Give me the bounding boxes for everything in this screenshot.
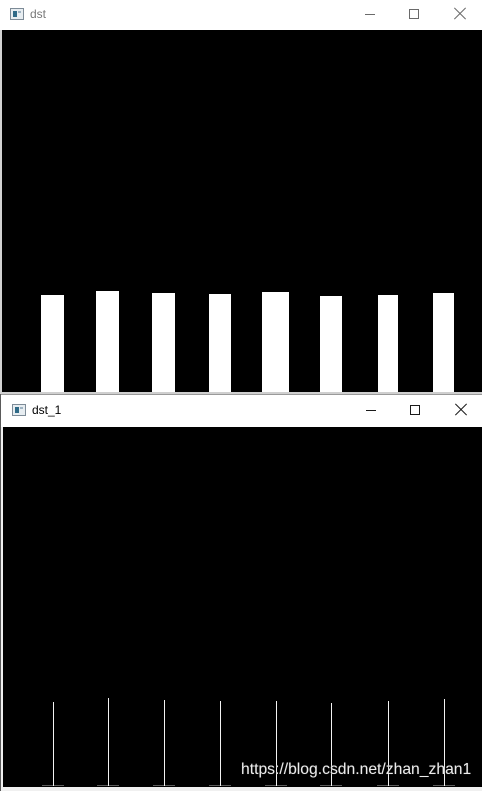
minimize-icon — [366, 410, 376, 411]
white-bar — [433, 293, 454, 392]
close-button[interactable] — [438, 395, 482, 427]
white-bar — [378, 295, 398, 392]
watermark-text: https://blog.csdn.net/zhan_zhan1 — [241, 761, 472, 778]
white-bar — [209, 294, 231, 392]
white-line — [220, 701, 221, 786]
white-line — [108, 698, 109, 786]
white-line — [53, 702, 54, 786]
white-bar — [41, 295, 64, 392]
close-icon — [454, 8, 466, 20]
maximize-button[interactable] — [391, 0, 437, 30]
white-bar — [262, 292, 289, 392]
minimize-button[interactable] — [348, 395, 394, 427]
app-window-icon — [12, 404, 26, 416]
image-canvas — [3, 427, 482, 787]
window-title: dst_1 — [32, 403, 62, 417]
maximize-icon — [410, 405, 420, 415]
maximize-icon — [409, 9, 419, 19]
window-dst-1: dst_1 — [0, 394, 482, 791]
maximize-button[interactable] — [392, 395, 438, 427]
minimize-icon — [365, 14, 375, 15]
white-bar — [152, 293, 175, 392]
minimize-button[interactable] — [347, 0, 393, 30]
window-dst: dst — [0, 0, 482, 392]
image-canvas — [2, 30, 482, 392]
window-title: dst — [30, 7, 47, 21]
app-window-icon — [10, 8, 24, 20]
title-bar[interactable]: dst_1 — [1, 395, 482, 427]
white-bar — [96, 291, 119, 392]
white-bar — [320, 296, 342, 392]
close-button[interactable] — [436, 0, 482, 30]
white-line — [164, 700, 165, 786]
close-icon — [455, 404, 467, 416]
window-border — [0, 394, 1, 791]
title-bar[interactable]: dst — [0, 0, 482, 30]
